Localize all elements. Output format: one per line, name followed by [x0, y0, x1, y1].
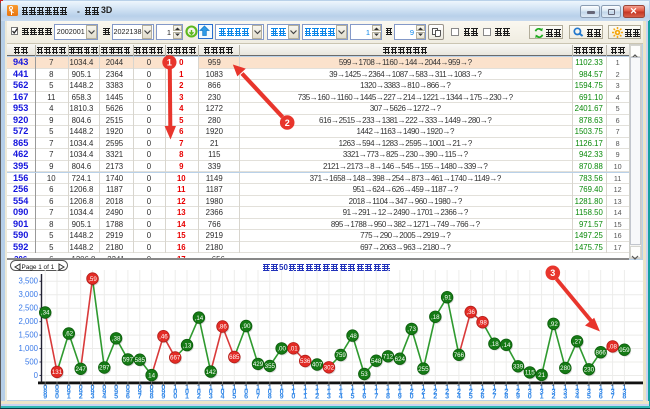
svg-text:0: 0	[34, 371, 39, 380]
svg-text:1,000: 1,000	[18, 344, 38, 353]
svg-text:280: 280	[560, 365, 571, 372]
svg-text:667: 667	[170, 355, 181, 362]
svg-text:,08: ,08	[608, 344, 617, 351]
svg-text:959: 959	[619, 347, 630, 354]
svg-text:500: 500	[25, 357, 39, 366]
svg-text:3,000: 3,000	[18, 290, 38, 299]
svg-text:2,000: 2,000	[18, 317, 38, 326]
svg-text:,27: ,27	[573, 339, 582, 346]
svg-text:3,500: 3,500	[18, 277, 38, 286]
svg-text:866: 866	[596, 349, 607, 356]
svg-text:585: 585	[135, 357, 146, 364]
svg-text:,00: ,00	[277, 346, 286, 353]
svg-text:339: 339	[513, 364, 524, 371]
svg-text:,73: ,73	[407, 326, 416, 333]
svg-text:297: 297	[99, 365, 110, 372]
svg-text:,14: ,14	[502, 342, 511, 349]
svg-text:,48: ,48	[348, 333, 357, 340]
svg-text:21: 21	[538, 372, 545, 379]
svg-text:,13: ,13	[183, 342, 192, 349]
svg-text:,92: ,92	[549, 321, 558, 328]
svg-text:2,500: 2,500	[18, 304, 38, 313]
svg-text:429: 429	[253, 361, 264, 368]
svg-text:,01: ,01	[289, 346, 298, 353]
svg-text:407: 407	[312, 362, 323, 369]
svg-text:131: 131	[52, 369, 63, 376]
svg-text:14: 14	[148, 372, 155, 379]
svg-text:536: 536	[300, 358, 311, 365]
svg-text:766: 766	[454, 352, 465, 359]
svg-text:302: 302	[324, 365, 335, 372]
svg-text:,46: ,46	[159, 333, 168, 340]
svg-text:712: 712	[383, 354, 394, 361]
svg-text:548: 548	[371, 358, 382, 365]
svg-text:,59: ,59	[88, 276, 97, 283]
svg-text:597: 597	[123, 357, 134, 364]
svg-text:355: 355	[265, 363, 276, 370]
svg-text:685: 685	[229, 354, 240, 361]
svg-text:142: 142	[206, 369, 217, 376]
svg-text:53: 53	[361, 371, 368, 378]
svg-text:230: 230	[584, 367, 595, 374]
svg-text:,34: ,34	[41, 310, 50, 317]
svg-text:,18: ,18	[431, 314, 440, 321]
svg-text:1,500: 1,500	[18, 331, 38, 340]
svg-text:759: 759	[336, 352, 347, 359]
svg-text:115: 115	[525, 370, 535, 377]
svg-text:,38: ,38	[112, 336, 121, 343]
svg-text:,86: ,86	[218, 324, 227, 331]
svg-text:,62: ,62	[64, 331, 73, 338]
svg-text:,91: ,91	[443, 294, 452, 301]
svg-text:,90: ,90	[242, 323, 251, 330]
svg-text:255: 255	[418, 366, 429, 373]
svg-text:,14: ,14	[195, 315, 204, 322]
svg-text:,98: ,98	[478, 319, 487, 326]
svg-text:,36: ,36	[466, 309, 475, 316]
svg-text:247: 247	[76, 366, 87, 373]
svg-text:,18: ,18	[490, 341, 499, 348]
svg-text:624: 624	[395, 356, 406, 363]
